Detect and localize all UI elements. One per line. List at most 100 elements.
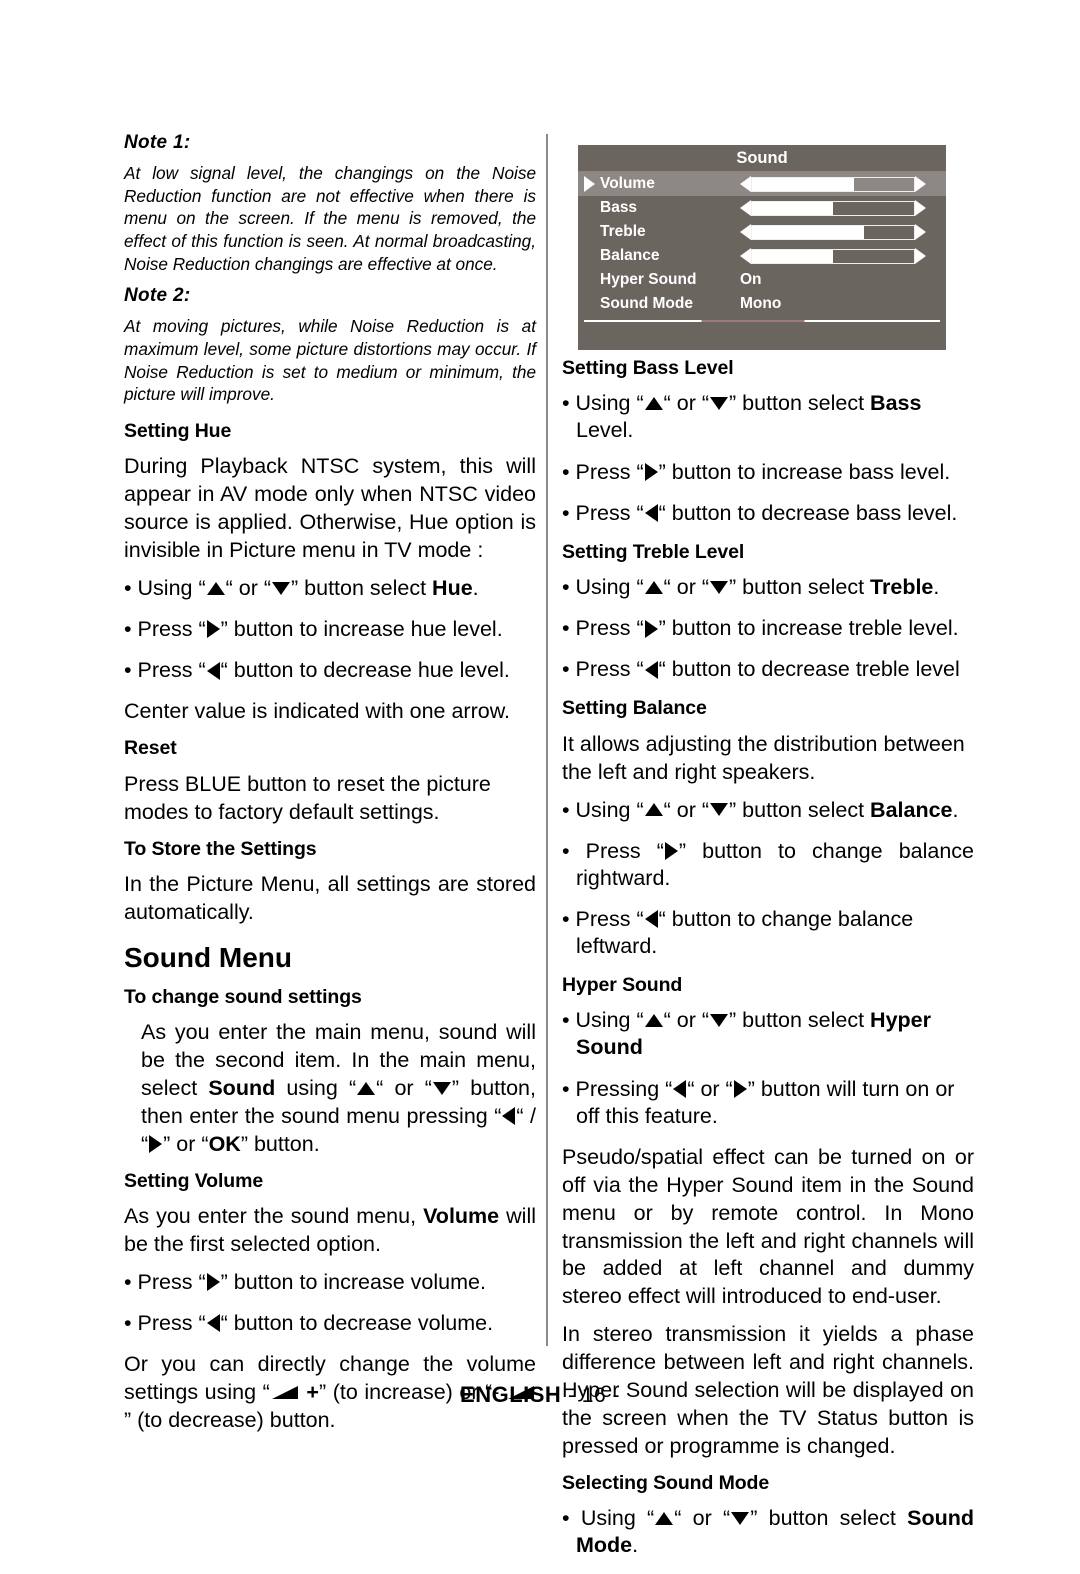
osd-value-sound-mode[interactable]: Mono	[740, 295, 781, 313]
slider-fill	[752, 225, 864, 239]
footer-language: ENGLISH	[460, 1382, 562, 1407]
osd-row-sound-mode[interactable]: Sound Mode Mono	[578, 292, 946, 316]
osd-row-treble[interactable]: Treble	[578, 220, 946, 244]
slider-track[interactable]	[751, 224, 915, 240]
bullet-text: Press “	[137, 617, 206, 642]
bullet-hue-decrease: • Press ““ button to decrease hue level.	[124, 658, 510, 683]
down-arrow-icon	[272, 581, 291, 595]
up-arrow-icon	[357, 1081, 376, 1095]
bullet-treble-select: • Using ““ or “” button select Treble.	[562, 575, 940, 600]
osd-label-sound-mode: Sound Mode	[600, 295, 693, 312]
paragraph-text: using “	[275, 1075, 357, 1100]
bullet-text: Press “	[137, 1269, 206, 1294]
down-arrow-icon	[710, 1014, 729, 1028]
osd-slider-volume[interactable]	[740, 176, 926, 193]
bullet-text: .	[933, 575, 940, 600]
paragraph-text: “ or “	[376, 1075, 432, 1100]
left-arrow-icon[interactable]	[740, 248, 751, 264]
bullet-volume-increase: • Press “” button to increase volume.	[124, 1269, 486, 1294]
reset-text: Press BLUE button to reset the picture m…	[124, 771, 491, 824]
bullet-text: “ button to decrease bass level.	[658, 500, 958, 525]
setting-bass-heading: Setting Bass Level	[562, 357, 734, 379]
setting-balance-bullets: • Using ““ or “” button select Balance. …	[562, 797, 974, 960]
paragraph-text: As you enter the sound menu,	[124, 1204, 424, 1229]
hyper-sound-bullets: • Using ““ or “” button select Hyper Sou…	[562, 1007, 974, 1129]
bullet-text: .	[632, 1533, 639, 1558]
bullet-sound-mode-select: • Using ““ or “” button select Sound Mod…	[562, 1506, 974, 1558]
right-arrow-icon[interactable]	[915, 248, 926, 264]
osd-value-hyper-sound[interactable]: On	[740, 271, 762, 289]
down-arrow-icon	[710, 580, 729, 594]
bullet-text: “ button to decrease treble level	[658, 657, 960, 682]
osd-slider-treble[interactable]	[740, 224, 926, 241]
note-1-heading: Note 1:	[124, 132, 191, 153]
note-2-text: At moving pictures, while Noise Reductio…	[124, 316, 536, 405]
bullet-target-label: Bass	[870, 391, 922, 416]
paragraph-text: ” or “	[163, 1131, 209, 1156]
left-arrow-icon[interactable]	[740, 176, 751, 192]
osd-footer-area	[578, 322, 946, 350]
left-arrow-icon	[644, 910, 658, 929]
change-sound-settings-text: As you enter the main menu, sound will b…	[141, 1019, 536, 1159]
bullet-bass-decrease: • Press ““ button to decrease bass level…	[562, 500, 958, 525]
selection-caret-icon	[584, 176, 595, 192]
osd-slider-balance[interactable]	[740, 248, 926, 265]
left-arrow-icon	[644, 660, 658, 679]
bold-sound: Sound	[208, 1075, 276, 1100]
setting-hue-heading: Setting Hue	[124, 419, 232, 442]
right-arrow-icon[interactable]	[915, 224, 926, 240]
page-footer: ENGLISH - 16 -	[0, 1382, 1080, 1408]
slider-track[interactable]	[751, 200, 915, 216]
slider-fill	[752, 201, 833, 215]
left-arrow-icon	[502, 1107, 516, 1126]
bullet-text: Press “	[575, 616, 644, 641]
bullet-text: Press “	[575, 459, 644, 484]
bullet-text: ” button select	[291, 576, 433, 601]
bullet-hue-select: • Using ““ or “” button select Hue.	[124, 576, 479, 601]
bullet-text: Pressing “	[575, 1076, 673, 1101]
bold-ok: OK	[208, 1131, 241, 1156]
note-1-text: At low signal level, the changings on th…	[124, 162, 536, 274]
bullet-target-label: Hue	[432, 576, 473, 601]
left-arrow-icon[interactable]	[740, 224, 751, 240]
setting-treble-bullets: • Using ““ or “” button select Treble. •…	[562, 574, 974, 683]
slider-fill	[752, 249, 833, 263]
osd-slider-bass[interactable]	[740, 200, 926, 217]
bullet-text: Using “	[580, 1506, 655, 1531]
up-arrow-icon	[644, 580, 663, 594]
manual-page: Note 1: At low signal level, the changin…	[0, 0, 1080, 1557]
bullet-text: ” button select	[729, 391, 871, 416]
bullet-target-label: Balance	[870, 797, 953, 822]
bullet-text: “ or “	[225, 576, 272, 601]
bullet-text: Press “	[585, 838, 664, 863]
slider-track[interactable]	[751, 248, 915, 264]
slider-track[interactable]	[751, 176, 915, 192]
osd-label-bass: Bass	[600, 199, 638, 216]
right-arrow-icon[interactable]	[915, 200, 926, 216]
bullet-text: ” button select	[750, 1506, 908, 1531]
bullet-text: ” button to increase volume.	[220, 1269, 486, 1294]
osd-label-treble: Treble	[600, 223, 646, 240]
right-arrow-icon[interactable]	[915, 176, 926, 192]
osd-row-bass[interactable]: Bass	[578, 196, 946, 220]
bullet-target-label: Treble	[870, 575, 934, 600]
bullet-text: Press “	[575, 657, 644, 682]
bullet-text: “ button to decrease hue level.	[220, 658, 510, 683]
osd-label-hyper-sound: Hyper Sound	[600, 271, 697, 288]
setting-volume-heading: Setting Volume	[124, 1169, 264, 1192]
osd-row-balance[interactable]: Balance	[578, 244, 946, 268]
osd-row-hyper-sound[interactable]: Hyper Sound On	[578, 268, 946, 292]
left-arrow-icon	[206, 661, 220, 680]
bullet-text: Press “	[137, 1310, 206, 1335]
bullet-text: Using “	[575, 797, 644, 822]
left-arrow-icon[interactable]	[740, 200, 751, 216]
setting-balance-intro: It allows adjusting the distribution bet…	[562, 731, 965, 784]
bullet-treble-decrease: • Press ““ button to decrease treble lev…	[562, 657, 960, 682]
bullet-hyper-press: • Pressing ““ or “” button will turn on …	[562, 1076, 955, 1128]
down-arrow-icon	[710, 803, 729, 817]
down-arrow-icon	[710, 397, 729, 411]
bullet-balance-left: • Press ““ button to change balance left…	[562, 906, 914, 958]
bullet-text: ” button to increase treble level.	[658, 616, 959, 641]
selecting-sound-mode-heading: Selecting Sound Mode	[562, 1472, 770, 1494]
osd-row-volume[interactable]: Volume	[578, 172, 946, 196]
